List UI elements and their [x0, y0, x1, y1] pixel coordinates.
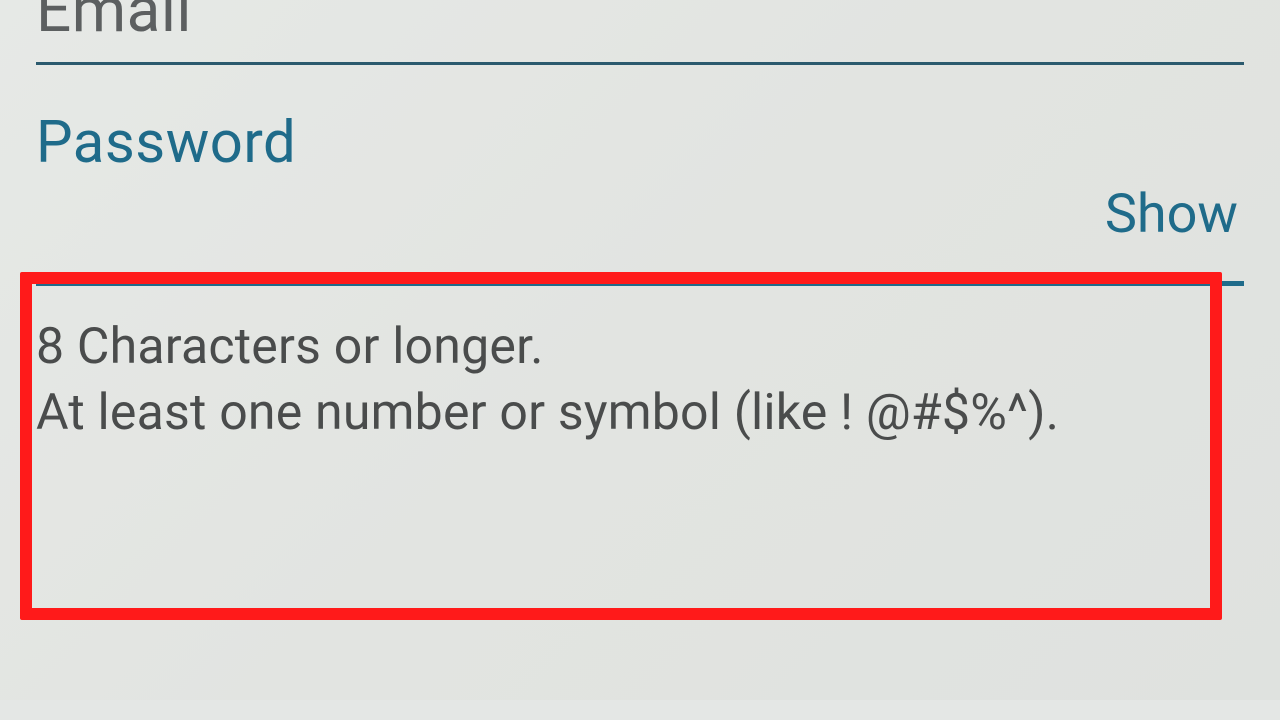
- password-req-symbol: At least one number or symbol (like ! @#…: [36, 380, 1104, 446]
- show-password-toggle[interactable]: Show: [1105, 183, 1238, 246]
- email-field-group: Email: [36, 0, 1244, 65]
- password-requirements: 8 Characters or longer. At least one num…: [36, 314, 1244, 446]
- signup-form-fragment: Email Password Show 8 Characters or long…: [0, 0, 1280, 700]
- password-field-group: Password Show 8 Characters or longer. At…: [36, 109, 1244, 446]
- password-label: Password: [36, 109, 1244, 177]
- password-input-underline[interactable]: [36, 281, 1244, 286]
- password-req-length: 8 Characters or longer.: [36, 314, 1104, 380]
- email-label: Email: [36, 0, 1244, 42]
- email-input-underline[interactable]: [36, 62, 1244, 65]
